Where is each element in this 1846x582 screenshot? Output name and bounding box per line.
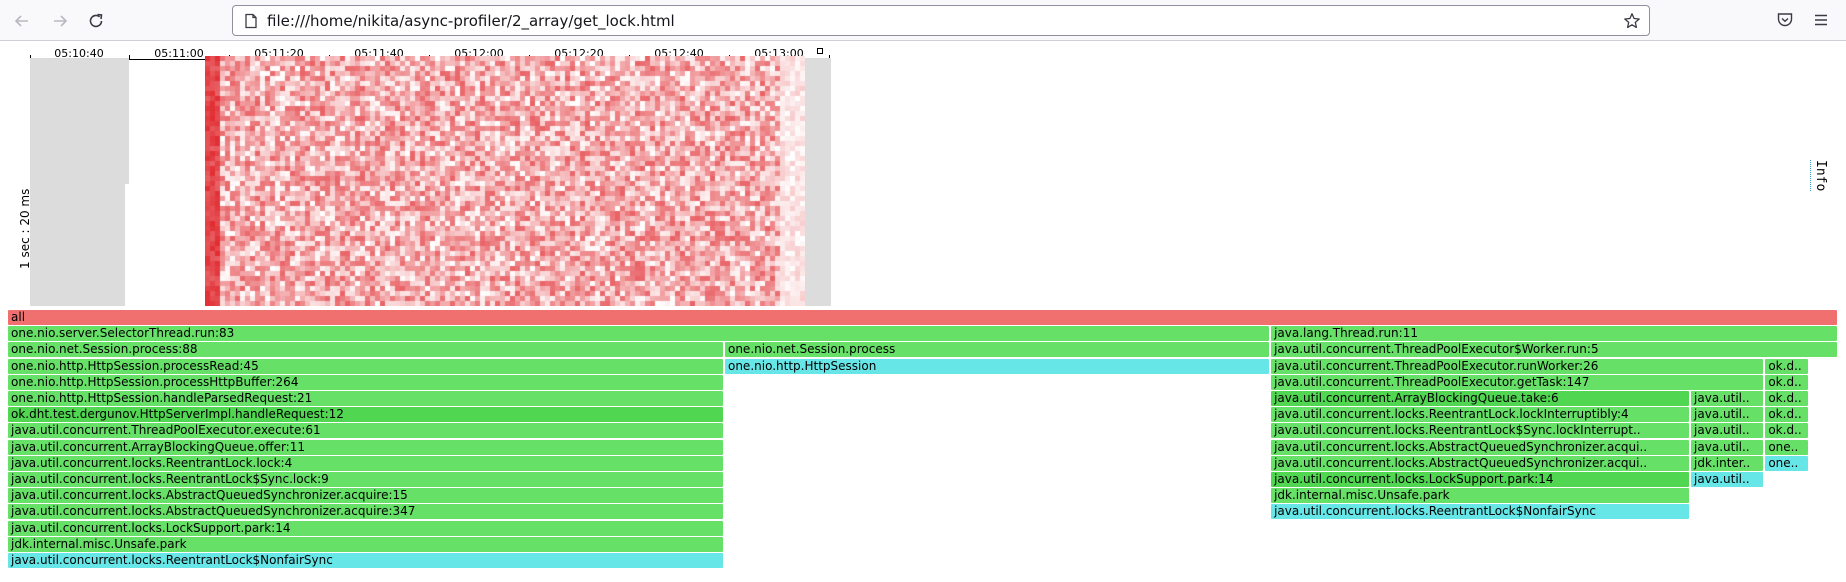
- tick-mark: [129, 55, 130, 60]
- flame-frame[interactable]: java.util..: [1691, 423, 1764, 439]
- flame-frame[interactable]: java.util..: [1691, 407, 1764, 423]
- flame-frame[interactable]: ok.d..: [1765, 423, 1809, 439]
- flame-frame[interactable]: java.util.concurrent.locks.ReentrantLock…: [8, 553, 723, 568]
- flame-frame[interactable]: jdk.inter..: [1691, 455, 1764, 471]
- flame-frame[interactable]: java.util.concurrent.locks.ReentrantLock…: [1271, 407, 1689, 423]
- flame-frame[interactable]: ok.d..: [1765, 358, 1809, 374]
- flame-frame[interactable]: java.util.concurrent.locks.AbstractQueue…: [8, 504, 723, 520]
- flame-frame[interactable]: one..: [1765, 455, 1809, 471]
- flame-frame[interactable]: one.nio.net.Session.process: [724, 342, 1269, 358]
- info-tab[interactable]: Info: [1810, 160, 1828, 192]
- page-icon: [245, 13, 257, 29]
- time-tick: 05:11:00: [154, 47, 204, 60]
- flame-frame[interactable]: ok.d..: [1765, 407, 1809, 423]
- flame-frame[interactable]: java.util.concurrent.locks.ReentrantLock…: [1271, 504, 1689, 520]
- reload-icon: [89, 13, 103, 28]
- no-data-block: [805, 58, 831, 306]
- bookmark-star-icon[interactable]: [1623, 12, 1641, 30]
- arrow-left-icon: [14, 15, 28, 27]
- flame-frame[interactable]: jdk.internal.misc.Unsafe.park: [8, 536, 723, 552]
- flame-frame[interactable]: one.nio.http.HttpSession.processHttpBuff…: [8, 374, 723, 390]
- forward-button[interactable]: [46, 7, 74, 35]
- browser-toolbar: file:///home/nikita/async-profiler/2_arr…: [0, 0, 1846, 41]
- flame-frame[interactable]: all: [8, 310, 1837, 325]
- flame-frame[interactable]: java.util..: [1691, 439, 1764, 455]
- flame-frame[interactable]: java.util.concurrent.locks.ReentrantLock…: [8, 472, 723, 487]
- flame-frame[interactable]: java.util.concurrent.locks.LockSupport.p…: [1271, 472, 1689, 487]
- flame-frame[interactable]: java.util.concurrent.ArrayBlockingQueue.…: [8, 439, 723, 455]
- flame-frame[interactable]: java.util.concurrent.locks.AbstractQueue…: [8, 488, 723, 504]
- heatmap-canvas[interactable]: [205, 56, 805, 306]
- flame-frame[interactable]: java.util..: [1691, 472, 1764, 487]
- hamburger-menu-icon[interactable]: [1812, 11, 1830, 29]
- heatmap-marker: [817, 48, 823, 54]
- flame-frame[interactable]: one.nio.http.HttpSession.processRead:45: [8, 358, 723, 374]
- flame-frame[interactable]: one.nio.server.SelectorThread.run:83: [8, 326, 1269, 342]
- back-button[interactable]: [8, 7, 36, 35]
- flame-frame[interactable]: java.util.concurrent.ThreadPoolExecutor.…: [8, 423, 723, 439]
- flame-frame[interactable]: java.util.concurrent.ThreadPoolExecutor.…: [1271, 358, 1764, 374]
- arrow-right-icon: [54, 15, 68, 27]
- heatmap-panel: 05:10:40 05:11:00 05:11:20 05:11:40 05:1…: [0, 41, 840, 306]
- reload-button[interactable]: [82, 7, 110, 35]
- flame-frame[interactable]: java.util.concurrent.locks.AbstractQueue…: [1271, 455, 1689, 471]
- address-bar[interactable]: file:///home/nikita/async-profiler/2_arr…: [232, 5, 1650, 36]
- flame-frame[interactable]: java.lang.Thread.run:11: [1271, 326, 1837, 342]
- no-data-block: [30, 58, 129, 184]
- flame-frame[interactable]: one.nio.net.Session.process:88: [8, 342, 723, 358]
- pocket-icon[interactable]: [1776, 11, 1794, 29]
- flame-frame[interactable]: one..: [1765, 439, 1809, 455]
- flame-frame[interactable]: ok.d..: [1765, 374, 1809, 390]
- flame-frame[interactable]: java.util.concurrent.ArrayBlockingQueue.…: [1271, 391, 1689, 406]
- flame-graph: all one.nio.server.SelectorThread.run:83 o…: [8, 310, 1838, 580]
- flame-frame[interactable]: ok.d..: [1765, 391, 1809, 406]
- flame-frame[interactable]: jdk.internal.misc.Unsafe.park: [1271, 488, 1689, 504]
- flame-frame[interactable]: one.nio.http.HttpSession.handleParsedReq…: [8, 391, 723, 406]
- flame-frame[interactable]: java.util.concurrent.locks.ReentrantLock…: [8, 455, 723, 471]
- flame-frame[interactable]: one.nio.http.HttpSession: [724, 358, 1269, 374]
- flame-frame[interactable]: java.util.concurrent.locks.AbstractQueue…: [1271, 439, 1689, 455]
- flame-frame[interactable]: java.util..: [1691, 391, 1764, 406]
- flame-frame[interactable]: java.util.concurrent.locks.ReentrantLock…: [1271, 423, 1689, 439]
- flame-frame[interactable]: java.util.concurrent.ThreadPoolExecutor$…: [1271, 342, 1837, 358]
- flame-frame[interactable]: java.util.concurrent.locks.LockSupport.p…: [8, 520, 723, 536]
- url-text[interactable]: file:///home/nikita/async-profiler/2_arr…: [267, 12, 675, 30]
- flame-frame[interactable]: ok.dht.test.dergunov.HttpServerImpl.hand…: [8, 407, 723, 423]
- no-data-block: [30, 184, 125, 306]
- flame-frame[interactable]: java.util.concurrent.ThreadPoolExecutor.…: [1271, 374, 1764, 390]
